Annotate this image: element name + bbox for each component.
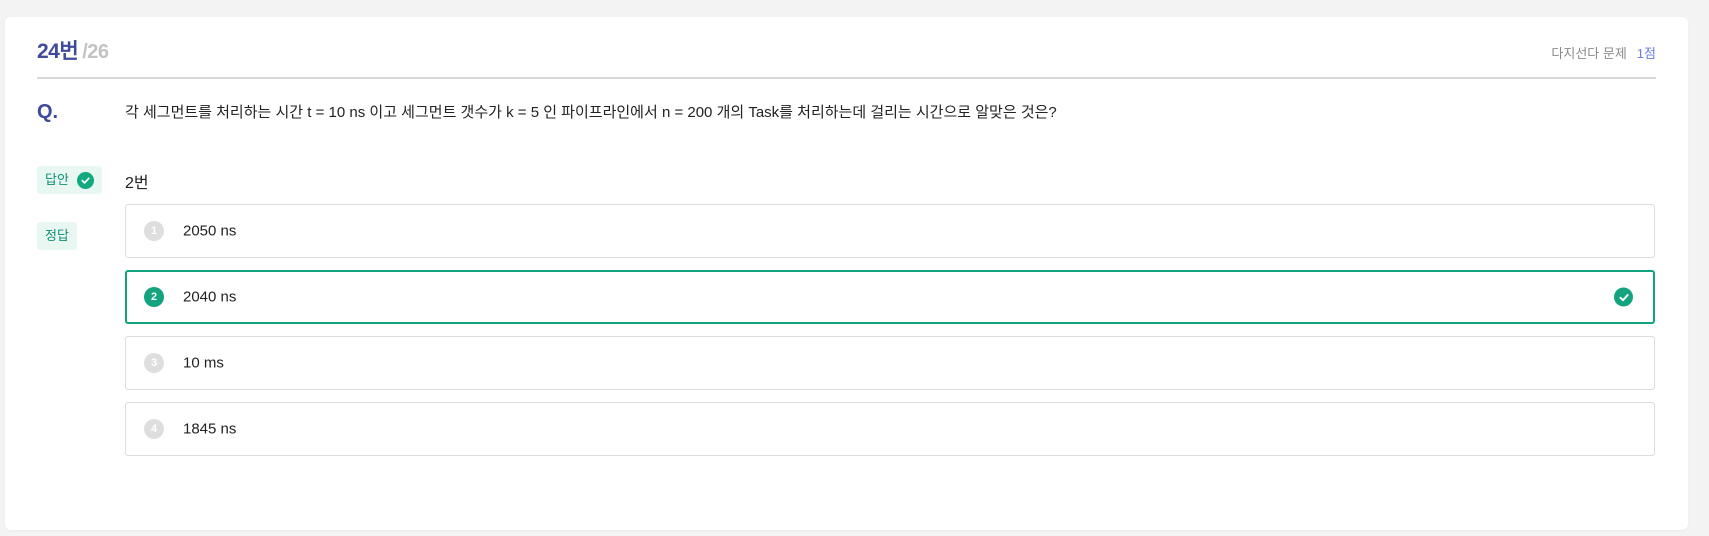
correct-badge: 정답 [37,222,77,250]
correct-badge-label: 정답 [45,228,69,243]
question-number: 24번 [37,40,79,63]
check-circle-icon [1614,287,1633,307]
answer-badge-label: 답안 [45,172,69,187]
option-text: 2050 ns [183,222,237,240]
question-type: 다지선다 문제 [1551,46,1627,61]
option-number: 4 [144,419,164,439]
question-label: Q. [37,101,59,123]
question-card: 24번/26 다지선다 문제 1점 Q. 각 세그먼트를 처리하는 시간 t = … [5,17,1688,530]
option-3[interactable]: 3 10 ms [125,336,1655,390]
option-text: 1845 ns [183,420,237,438]
question-points: 1점 [1636,46,1656,61]
option-text: 2040 ns [183,288,237,306]
answer-badge: 답안 [37,166,102,194]
option-number: 3 [144,353,164,373]
option-1[interactable]: 1 2050 ns [125,204,1655,258]
question-total: /26 [82,41,109,63]
check-circle-icon [76,171,94,189]
option-number: 2 [144,287,164,307]
my-answer-value: 2번 [125,175,149,192]
option-4[interactable]: 4 1845 ns [125,402,1655,456]
question-text: 각 세그먼트를 처리하는 시간 t = 10 ns 이고 세그먼트 갯수가 k … [125,104,1057,121]
option-2[interactable]: 2 2040 ns [125,270,1655,324]
question-header: 24번/26 다지선다 문제 1점 [37,17,1656,79]
option-number: 1 [144,221,164,241]
option-text: 10 ms [183,354,224,372]
question-counter: 24번/26 [37,35,109,65]
question-meta: 다지선다 문제 1점 [1551,43,1656,62]
